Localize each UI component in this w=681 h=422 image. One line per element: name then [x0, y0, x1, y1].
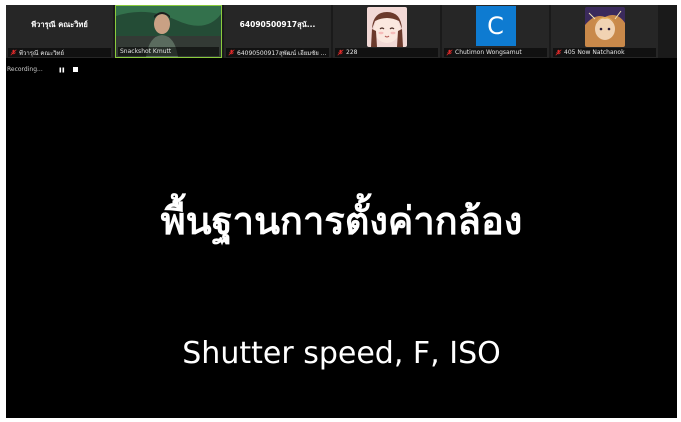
slide-title: พื้นฐานการตั้งค่ากล้อง: [160, 199, 523, 243]
participant-label-row: 64090500917สุพัฒน์ เอียมชัย คณ...: [226, 48, 329, 57]
participant-name-label: พีวารุณี คณะวิทย์: [19, 49, 65, 57]
participant-tile[interactable]: C Chutimon Wongsamut: [442, 5, 549, 58]
participant-tile[interactable]: 405 Now Natchanok: [551, 5, 658, 58]
anime-avatar-image: [366, 7, 407, 47]
participant-label-row: 405 Now Natchanok: [553, 48, 656, 57]
participant-name-label: Snackshot Kmutt: [120, 48, 172, 55]
participant-strip: พีวารุณี คณะวิทย์ พีวารุณี คณะวิทย์ Snac…: [6, 5, 677, 58]
participant-name-label: 405 Now Natchanok: [564, 49, 625, 56]
mic-muted-icon: [555, 49, 562, 56]
participant-tile[interactable]: 64090500917สุนั... 64090500917สุพัฒน์ เอ…: [224, 5, 331, 58]
meeting-window: พีวารุณี คณะวิทย์ พีวารุณี คณะวิทย์ Snac…: [6, 5, 677, 418]
illustrated-avatar-image: [584, 7, 625, 47]
participant-name-label: 228: [346, 49, 358, 56]
participant-label-row: พีวารุณี คณะวิทย์: [8, 48, 111, 57]
participant-avatar: [366, 7, 407, 47]
mic-muted-icon: [10, 49, 17, 56]
participant-tile[interactable]: 228: [333, 5, 440, 58]
participant-display-name: 64090500917สุนั...: [239, 20, 316, 29]
recording-label: Recording...: [7, 66, 43, 73]
pause-icon[interactable]: [59, 67, 65, 73]
mic-muted-icon: [228, 49, 235, 56]
participant-letter-avatar: C: [475, 6, 516, 46]
participant-avatar: [584, 7, 625, 47]
participant-label-row: Chutimon Wongsamut: [444, 48, 547, 57]
stop-icon[interactable]: [72, 67, 78, 72]
recording-indicator: Recording...: [7, 65, 78, 74]
participant-label-row: 228: [335, 48, 438, 57]
mic-muted-icon: [337, 49, 344, 56]
participant-name-label: 64090500917สุพัฒน์ เอียมชัย คณ...: [237, 49, 327, 57]
participant-label-row: Snackshot Kmutt: [118, 47, 219, 56]
mic-muted-icon: [446, 49, 453, 56]
participant-name-label: Chutimon Wongsamut: [455, 49, 522, 56]
participant-tile[interactable]: พีวารุณี คณะวิทย์ พีวารุณี คณะวิทย์: [6, 5, 113, 58]
slide-subtitle: Shutter speed, F, ISO: [182, 336, 501, 371]
participant-tile-active-speaker[interactable]: Snackshot Kmutt: [115, 5, 222, 58]
participant-display-name: พีวารุณี คณะวิทย์: [31, 20, 88, 29]
